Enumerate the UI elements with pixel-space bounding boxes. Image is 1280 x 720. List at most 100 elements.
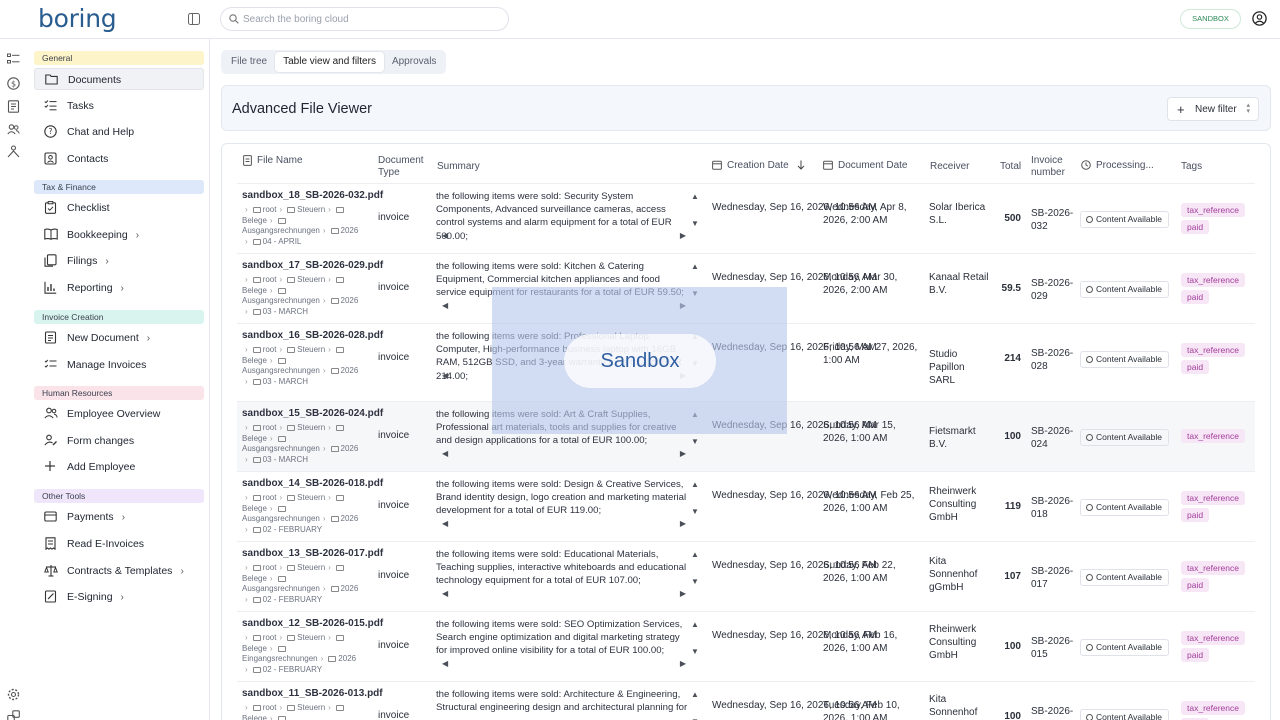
summary-scrollbar-horizontal[interactable]: ◀ ▶ [442,231,686,241]
people-icon[interactable] [7,123,20,136]
scroll-left-icon[interactable]: ◀ [442,231,448,240]
processing-status[interactable]: Content Available [1080,569,1170,586]
scroll-right-icon[interactable]: ▶ [680,519,686,528]
column-tags[interactable]: Tags [1181,161,1202,173]
summary-scrollbar-vertical[interactable]: ▲ ▼ [691,192,701,232]
summary-scrollbar-vertical[interactable]: ▲ ▼ [691,480,701,520]
scroll-down-icon[interactable]: ▼ [691,647,699,656]
column-total[interactable]: Total [1000,161,1021,173]
tab-file-tree[interactable]: File tree [223,52,275,72]
scroll-down-icon[interactable]: ▼ [691,219,699,228]
tag-badge[interactable]: paid [1181,578,1210,592]
summary-scrollbar-vertical[interactable]: ▲ ▼ [691,620,701,660]
tag-badge[interactable]: paid [1181,220,1210,234]
scroll-up-icon[interactable]: ▲ [691,192,699,201]
processing-status[interactable]: Content Available [1080,351,1170,368]
tag-badge[interactable]: tax_reference [1181,631,1245,645]
summary-scrollbar-horizontal[interactable]: ◀ ▶ [442,449,686,459]
sidebar-item-esigning[interactable]: E-Signing › [34,586,204,608]
sidebar-item-chat[interactable]: ? Chat and Help [34,121,204,143]
scroll-up-icon[interactable]: ▲ [691,620,699,629]
sidebar-item-bookkeeping[interactable]: Bookkeeping › [34,224,204,246]
sidebar-toggle-icon[interactable] [188,13,200,25]
tag-badge[interactable]: paid [1181,508,1210,522]
column-file-name[interactable]: File Name [243,155,303,167]
summary-scrollbar-vertical[interactable]: ▲ ▼ [691,550,701,590]
processing-status[interactable]: Content Available [1080,499,1170,516]
tag-badge[interactable]: tax_reference [1181,273,1245,287]
sidebar-item-filings[interactable]: Filings › [34,250,204,272]
scroll-up-icon[interactable]: ▲ [691,480,699,489]
scroll-right-icon[interactable]: ▶ [680,449,686,458]
table-row[interactable]: sandbox_13_SB-2026-017.pdf › root › Steuern… [237,541,1255,611]
scroll-left-icon[interactable]: ◀ [442,589,448,598]
file-name[interactable]: sandbox_17_SB-2026-029.pdf [242,260,383,271]
sidebar-item-new-document[interactable]: New Document › [34,327,204,349]
sidebar-item-contacts[interactable]: Contacts [34,148,204,170]
scroll-right-icon[interactable]: ▶ [680,589,686,598]
column-document-date[interactable]: Document Date [823,160,907,172]
new-filter-button[interactable]: + New filter ▴ ▾ [1167,97,1259,121]
table-row[interactable]: sandbox_11_SB-2026-013.pdf › root › Steuern… [237,681,1255,720]
sidebar-item-employee-overview[interactable]: Employee Overview [34,403,204,425]
processing-status[interactable]: Content Available [1080,639,1170,656]
table-row[interactable]: sandbox_18_SB-2026-032.pdf › root › Steuern… [237,183,1255,253]
column-receiver[interactable]: Receiver [930,161,969,173]
tag-badge[interactable]: tax_reference [1181,561,1245,575]
file-name[interactable]: sandbox_12_SB-2026-015.pdf [242,618,383,629]
tag-badge[interactable]: tax_reference [1181,343,1245,357]
column-document-type[interactable]: Document Type [378,155,428,179]
file-name[interactable]: sandbox_11_SB-2026-013.pdf [242,688,383,699]
table-row[interactable]: sandbox_12_SB-2026-015.pdf › root › Steuern… [237,611,1255,681]
scroll-left-icon[interactable]: ◀ [442,371,448,380]
scroll-up-icon[interactable]: ▲ [691,262,699,271]
tag-badge[interactable]: tax_reference [1181,203,1245,217]
tag-badge[interactable]: tax_reference [1181,701,1245,715]
summary-scrollbar-vertical[interactable]: ▲ ▼ [691,690,701,720]
sidebar-item-checklist[interactable]: Checklist [34,197,204,219]
settings-gear-icon[interactable] [7,688,20,701]
sidebar-item-form-changes[interactable]: Form changes [34,430,204,452]
list-view-icon[interactable] [7,53,20,65]
tag-badge[interactable]: tax_reference [1181,491,1245,505]
sidebar-item-contracts[interactable]: Contracts & Templates › [34,560,204,582]
sidebar-item-payments[interactable]: Payments › [34,506,204,528]
scroll-up-icon[interactable]: ▲ [691,550,699,559]
scroll-left-icon[interactable]: ◀ [442,519,448,528]
scroll-down-icon[interactable]: ▼ [691,507,699,516]
processing-status[interactable]: Content Available [1080,211,1170,228]
sidebar-item-documents[interactable]: Documents [34,68,204,90]
processing-status[interactable]: Content Available [1080,429,1170,446]
scroll-left-icon[interactable]: ◀ [442,301,448,310]
apps-icon[interactable] [7,710,20,720]
search-bar[interactable]: Search the boring cloud [220,7,509,31]
scroll-up-icon[interactable]: ▲ [691,690,699,699]
summary-scrollbar-horizontal[interactable]: ◀ ▶ [442,659,686,669]
scroll-left-icon[interactable]: ◀ [442,659,448,668]
tag-badge[interactable]: paid [1181,648,1210,662]
file-name[interactable]: sandbox_18_SB-2026-032.pdf [242,190,383,201]
tab-approvals[interactable]: Approvals [384,52,444,72]
sort-arrow-down-icon[interactable] [797,160,805,171]
tag-badge[interactable]: paid [1181,360,1210,374]
processing-status[interactable]: Content Available [1080,281,1170,298]
scroll-right-icon[interactable]: ▶ [680,659,686,668]
table-row[interactable]: sandbox_14_SB-2026-018.pdf › root › Steuern… [237,471,1255,541]
scroll-down-icon[interactable]: ▼ [691,437,699,446]
finance-icon[interactable]: $ [7,77,20,90]
file-name[interactable]: sandbox_16_SB-2026-028.pdf [242,330,383,341]
column-creation-date[interactable]: Creation Date [712,160,810,172]
file-name[interactable]: sandbox_13_SB-2026-017.pdf [242,548,383,559]
tab-table-view[interactable]: Table view and filters [275,52,384,72]
column-processing[interactable]: Processing... [1081,160,1154,172]
tag-badge[interactable]: paid [1181,290,1210,304]
file-name[interactable]: sandbox_14_SB-2026-018.pdf [242,478,383,489]
scroll-left-icon[interactable]: ◀ [442,449,448,458]
sidebar-item-manage-invoices[interactable]: Manage Invoices [34,354,204,376]
scroll-right-icon[interactable]: ▶ [680,231,686,240]
summary-scrollbar-horizontal[interactable]: ◀ ▶ [442,519,686,529]
column-invoice-number[interactable]: Invoice number [1031,155,1073,179]
column-summary[interactable]: Summary [437,161,480,173]
sidebar-item-read-einvoices[interactable]: Read E-Invoices [34,533,204,555]
sidebar-item-add-employee[interactable]: Add Employee [34,456,204,478]
